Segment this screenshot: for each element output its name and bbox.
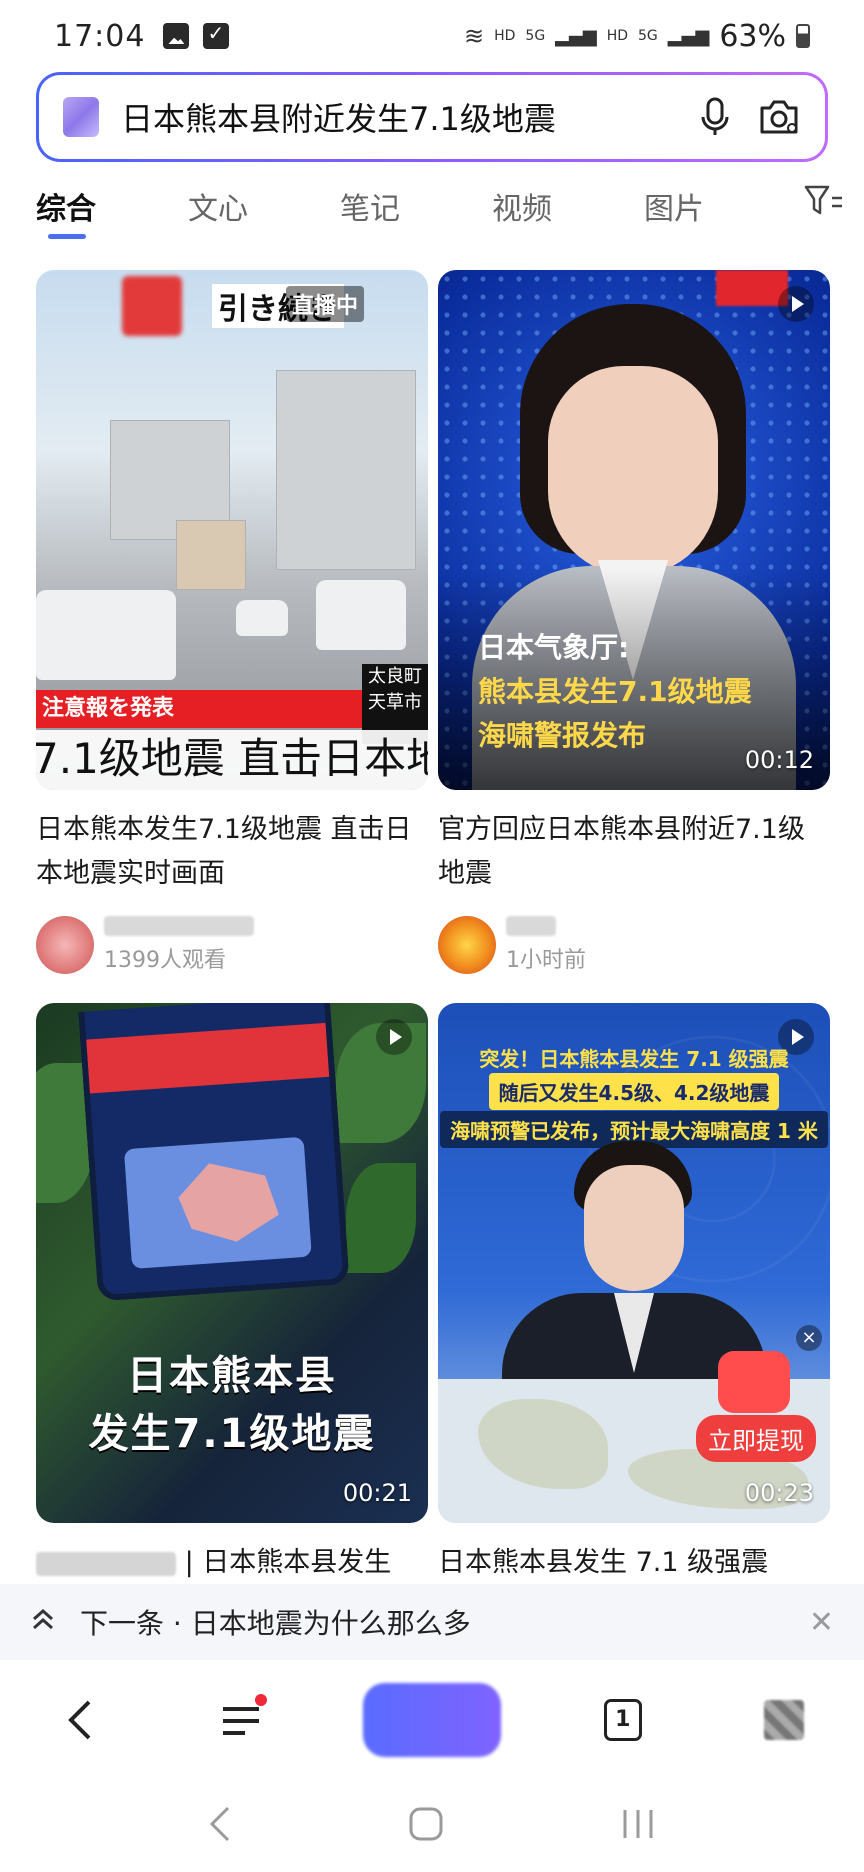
tab-notes[interactable]: 笔记: [340, 184, 492, 228]
tab-images[interactable]: 图片: [644, 184, 796, 228]
play-icon: [778, 286, 814, 322]
close-icon[interactable]: ✕: [809, 1605, 834, 1640]
overlay-text: 海啸警报发布: [478, 719, 647, 752]
signal-icon: ▂▄▆: [667, 25, 710, 47]
battery-percent: 63%: [719, 18, 786, 54]
menu-button[interactable]: [201, 1680, 281, 1760]
card-title[interactable]: 日本熊本县发生 7.1 级强震: [438, 1541, 830, 1585]
card-title[interactable]: | 日本熊本县发生: [36, 1541, 428, 1585]
overlay-alert-text: 注意報を発表: [36, 690, 362, 728]
tab-video[interactable]: 视频: [492, 184, 644, 228]
live-badge: 直播中: [286, 286, 365, 322]
bottom-navigation: 1: [0, 1660, 864, 1780]
network-label: 5G: [525, 28, 546, 44]
redeem-button[interactable]: 立即提现: [696, 1415, 816, 1462]
video-duration: 00:12: [744, 746, 814, 774]
next-suggestion-bar[interactable]: 下一条 · 日本地震为什么那么多 ✕: [0, 1584, 864, 1660]
notification-dot: [255, 1694, 268, 1706]
video-thumbnail[interactable]: 引き続き 直播中 注意報を発表 太良町 天草市 7.1级地震 直击日本地: [36, 270, 428, 790]
profile-button[interactable]: [744, 1680, 824, 1760]
system-home-icon[interactable]: [408, 1806, 444, 1846]
overlay-text: 熊本县发生7.1级地震: [478, 675, 752, 708]
overlay-side-text: 太良町: [368, 666, 422, 687]
view-count: 1399人观看: [104, 948, 226, 973]
network-label: HD: [494, 28, 516, 44]
card-title[interactable]: 日本熊本发生7.1级地震 直击日本地震实时画面: [36, 808, 428, 896]
search-logo-icon: [63, 97, 99, 137]
red-envelope-icon[interactable]: [718, 1351, 790, 1413]
filter-icon[interactable]: [804, 184, 844, 222]
status-time: 17:04: [54, 18, 146, 54]
system-recents-icon[interactable]: [620, 1807, 656, 1845]
phone-image: [78, 1003, 350, 1302]
task-notification-icon: [203, 21, 230, 49]
overlay-headline: 随后又发生4.5级、4.2级地震: [488, 1073, 780, 1110]
back-button[interactable]: [40, 1680, 120, 1760]
overlay-text: 日本气象厅:: [478, 631, 630, 664]
video-duration: 00:23: [744, 1479, 814, 1507]
card-title[interactable]: 官方回应日本熊本县附近7.1级地震: [438, 808, 830, 896]
search-bar[interactable]: 日本熊本县附近发生7.1级地震: [36, 72, 828, 162]
overlay-text: 发生7.1级地震: [88, 1411, 376, 1457]
wifi-icon: ≋: [463, 22, 485, 50]
author-avatar[interactable]: [36, 916, 94, 974]
author-name-blurred: [36, 1551, 176, 1576]
author-name-blurred: [104, 916, 254, 936]
center-action-button[interactable]: [362, 1680, 502, 1760]
network-label: 5G: [638, 28, 658, 44]
status-bar: 17:04 ≋ HD 5G ▂▄▆ HD 5G ▂▄▆ 63%: [0, 0, 864, 72]
video-thumbnail[interactable]: 突发！日本熊本县发生 7.1 级强震 随后又发生4.5级、4.2级地震 海啸预警…: [438, 1003, 830, 1523]
search-input[interactable]: 日本熊本县附近发生7.1级地震: [121, 94, 673, 140]
author-name-blurred: [506, 916, 556, 936]
tabs-button[interactable]: 1: [583, 1680, 663, 1760]
tab-all[interactable]: 综合: [36, 184, 188, 239]
overlay-caption: 7.1级地震 直击日本地: [36, 730, 428, 790]
video-thumbnail[interactable]: 日本气象厅: 熊本县发生7.1级地震 海啸警报发布 00:12: [438, 270, 830, 790]
overlay-side-text: 天草市: [368, 692, 422, 713]
network-label: HD: [606, 28, 629, 44]
microphone-icon[interactable]: [693, 95, 737, 139]
system-back-icon[interactable]: [208, 1804, 232, 1848]
status-indicators: ≋ HD 5G ▂▄▆ HD 5G ▂▄▆ 63%: [464, 19, 810, 54]
tab-count: 1: [603, 1699, 642, 1741]
gallery-notification-icon: [163, 23, 190, 49]
post-time: 1小时前: [506, 948, 586, 973]
close-icon[interactable]: ×: [796, 1325, 822, 1351]
double-chevron-up-icon: [30, 1607, 70, 1638]
battery-icon: [796, 24, 810, 48]
center-logo-icon: [362, 1683, 501, 1757]
play-icon: [376, 1019, 412, 1055]
signal-icon: ▂▄▆: [555, 25, 597, 47]
result-card[interactable]: 突发！日本熊本县发生 7.1 级强震 随后又发生4.5级、4.2级地震 海啸预警…: [438, 1003, 830, 1585]
search-tabs: 综合 文心 笔记 视频 图片: [0, 176, 864, 239]
result-card[interactable]: 日本气象厅: 熊本县发生7.1级地震 海啸警报发布 00:12 官方回应日本熊本…: [438, 270, 830, 974]
system-navigation: [0, 1780, 864, 1872]
overlay-text: 日本熊本县: [127, 1353, 337, 1399]
result-card[interactable]: 日本熊本县 发生7.1级地震 00:21 | 日本熊本县发生: [36, 1003, 428, 1585]
channel-logo: [122, 276, 182, 336]
profile-avatar: [763, 1700, 804, 1740]
video-thumbnail[interactable]: 日本熊本县 发生7.1级地震 00:21: [36, 1003, 428, 1523]
video-duration: 00:21: [342, 1479, 412, 1507]
author-avatar[interactable]: [438, 916, 496, 974]
card-meta: 1小时前: [438, 916, 830, 974]
card-meta: 1399人观看: [36, 916, 428, 974]
result-card[interactable]: 引き続き 直播中 注意報を発表 太良町 天草市 7.1级地震 直击日本地 日本熊…: [36, 270, 428, 974]
overlay-headline: 突发！日本熊本县发生 7.1 级强震: [479, 1047, 789, 1071]
camera-search-icon[interactable]: [757, 95, 801, 139]
tab-wenxin[interactable]: 文心: [188, 184, 340, 228]
next-suggestion-text[interactable]: 下一条 · 日本地震为什么那么多: [80, 1602, 809, 1642]
